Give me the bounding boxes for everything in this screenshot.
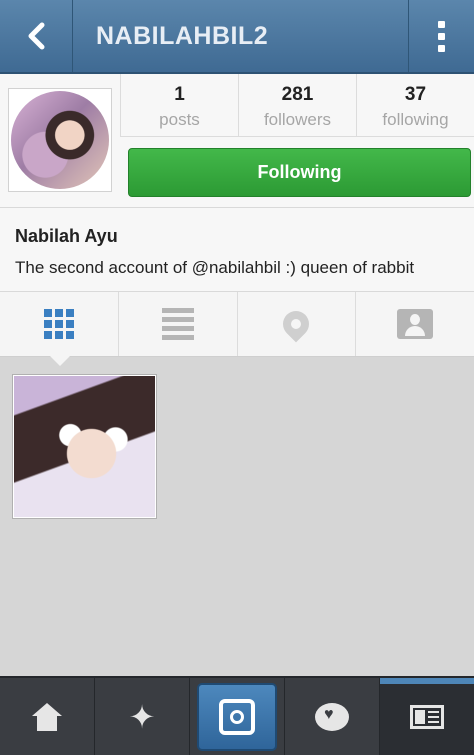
overflow-menu-button[interactable]: [408, 0, 474, 72]
profile-stats: 1 posts 281 followers 37 following: [120, 74, 474, 137]
nav-activity[interactable]: [284, 678, 379, 755]
activity-bubble-icon: [315, 702, 349, 731]
camera-button[interactable]: [197, 682, 277, 751]
list-icon: [161, 308, 194, 340]
page-title: NABILAHBIL2: [96, 22, 269, 50]
photo-thumbnail[interactable]: [12, 374, 157, 519]
tab-list[interactable]: [117, 292, 237, 356]
display-name: Nabilah Ayu: [15, 226, 118, 246]
photo-image: [14, 376, 155, 517]
back-button[interactable]: [0, 0, 73, 72]
following-button[interactable]: Following: [128, 148, 471, 197]
location-pin-icon: [277, 305, 315, 343]
active-tab-pointer: [50, 356, 70, 366]
grid-icon: [43, 309, 74, 339]
stat-followers[interactable]: 281 followers: [238, 74, 356, 137]
nav-home[interactable]: [0, 678, 94, 755]
bottom-nav: ✦: [0, 676, 474, 755]
tab-map[interactable]: [236, 292, 356, 356]
nav-camera[interactable]: [189, 678, 284, 755]
top-bar: NABILAHBIL2: [0, 0, 474, 74]
stat-value: 1: [174, 84, 185, 105]
stat-posts[interactable]: 1 posts: [120, 74, 238, 137]
view-tabs: [0, 292, 474, 357]
tagged-person-icon: [397, 309, 434, 339]
stat-label: followers: [263, 110, 332, 129]
tab-tagged[interactable]: [355, 292, 474, 356]
camera-icon: [219, 698, 255, 735]
stat-label: following: [382, 110, 449, 129]
stat-following[interactable]: 37 following: [356, 74, 474, 137]
bio-section: Nabilah Ayu The second account of @nabil…: [0, 208, 474, 292]
overflow-menu-icon: [438, 20, 445, 28]
stat-value: 37: [404, 84, 427, 105]
stat-value: 281: [281, 84, 314, 105]
menu-dot: [438, 32, 445, 40]
tab-grid[interactable]: [0, 292, 118, 356]
explore-star-icon: ✦: [128, 698, 156, 735]
chevron-left-icon: [28, 22, 45, 50]
nav-explore[interactable]: ✦: [94, 678, 189, 755]
avatar[interactable]: [11, 91, 109, 189]
profile-news-icon: [410, 704, 444, 729]
bio-text: The second account of @nabilahbil :) que…: [15, 258, 415, 277]
menu-dot: [438, 44, 445, 52]
home-icon: [32, 702, 62, 731]
nav-profile[interactable]: [379, 678, 474, 755]
stat-label: posts: [159, 110, 200, 129]
